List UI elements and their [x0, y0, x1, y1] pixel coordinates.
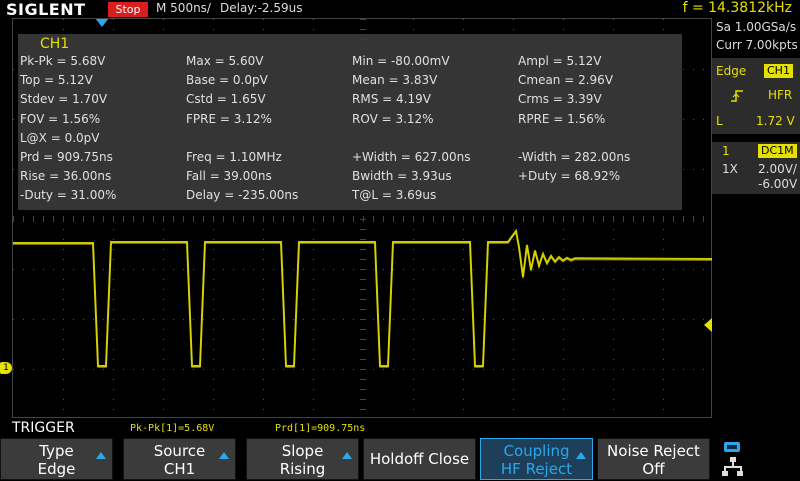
measurement-item: Cmean = 2.96V: [518, 73, 614, 88]
measurement-item: FPRE = 3.12%: [186, 111, 272, 126]
channel1-info-box[interactable]: 1 DC1M 1X 2.00V/ -6.00V: [712, 142, 800, 194]
trigger-type: Edge: [716, 64, 747, 78]
measurement-item: T@L = 3.69us: [352, 188, 437, 203]
measurement-item: -Width = 282.00ns: [518, 150, 631, 164]
softkey-holdoff[interactable]: Holdoff Close: [363, 438, 476, 480]
volts-per-div: 2.00V/: [758, 162, 797, 176]
up-arrow-icon: [342, 452, 352, 459]
measurement-item: Min = -80.00mV: [352, 54, 450, 68]
measurement-item: Freq = 1.10MHz: [186, 150, 282, 164]
measurement-item: +Duty = 68.92%: [518, 169, 621, 184]
softkey-type[interactable]: Type Edge: [0, 438, 113, 480]
up-arrow-icon: [219, 452, 229, 459]
trigger-source-tag: CH1: [764, 64, 793, 78]
measurement-panel: CH1 Pk-Pk = 5.68V Max = 5.60V Min = -80.00…: [18, 34, 682, 210]
right-info-panel: Sa 1.00GSa/s Curr 7.00kpts Edge CH1 HFR …: [712, 18, 800, 480]
status-period: Prd[1]=909.75ns: [275, 423, 366, 434]
measurement-channel-title: CH1: [40, 36, 70, 52]
measurement-item: Mean = 3.83V: [352, 73, 438, 88]
measurement-item: Top = 5.12V: [20, 73, 93, 88]
rising-edge-icon: [730, 88, 744, 107]
measurement-item: Crms = 3.39V: [518, 92, 602, 107]
measurement-item: Ampl = 5.12V: [518, 54, 602, 68]
measurement-item: FOV = 1.56%: [20, 111, 101, 126]
measurement-item: ROV = 3.12%: [352, 111, 434, 126]
menu-title: TRIGGER: [12, 420, 75, 436]
trigger-info-box[interactable]: Edge CH1 HFR L 1.72 V: [712, 58, 800, 134]
softkey-slope[interactable]: Slope Rising: [246, 438, 359, 480]
measurement-item: Base = 0.0pV: [186, 73, 268, 88]
sample-rate: Sa 1.00GSa/s: [716, 20, 797, 34]
probe-attenuation: 1X: [722, 162, 738, 176]
measurement-item: Stdev = 1.70V: [20, 92, 108, 107]
softkey-coupling-value: HF Reject: [500, 460, 573, 478]
softkey-slope-value: Rising: [279, 460, 326, 478]
measurement-item: Bwidth = 3.93us: [352, 169, 452, 184]
channel-coupling-tag: DC1M: [758, 144, 797, 158]
ch1-offset-marker[interactable]: 1: [0, 362, 12, 374]
top-status-bar: SIGLENT Stop M 500ns/ Delay:-2.59us f = …: [0, 0, 800, 19]
measurement-item: RMS = 4.19V: [352, 92, 431, 107]
timebase-readout: M 500ns/: [156, 1, 211, 15]
up-arrow-icon: [576, 452, 586, 459]
softkey-noise-reject[interactable]: Noise Reject Off: [597, 438, 710, 480]
softkey-noise-reject-value: Off: [642, 460, 665, 478]
softkey-type-value: Edge: [37, 460, 76, 478]
softkey-holdoff-label: Holdoff Close: [369, 450, 470, 468]
trigger-level-label: L: [716, 114, 723, 128]
softkey-coupling[interactable]: Coupling HF Reject: [480, 438, 593, 480]
usb-device-icon: [724, 442, 740, 452]
trigger-level-marker[interactable]: [704, 318, 712, 332]
measurement-item: Fall = 39.00ns: [186, 169, 272, 184]
up-arrow-icon: [96, 452, 106, 459]
measurement-item: Rise = 36.00ns: [20, 169, 112, 184]
network-icon: [722, 457, 743, 476]
channel-offset: -6.00V: [758, 177, 798, 191]
trigger-level-value: 1.72 V: [756, 114, 795, 128]
measurement-item: Cstd = 1.65V: [186, 92, 266, 107]
brand-logo: SIGLENT: [6, 0, 86, 19]
memory-depth: Curr 7.00kpts: [716, 38, 798, 52]
delay-readout: Delay:-2.59us: [220, 1, 303, 15]
frequency-counter: f = 14.3812kHz: [682, 0, 792, 16]
softkey-source-value: CH1: [163, 460, 196, 478]
measurement-item: Max = 5.60V: [186, 54, 264, 68]
channel-number: 1: [722, 144, 730, 158]
softkey-noise-reject-label: Noise Reject: [607, 442, 700, 460]
measurement-item: Prd = 909.75ns: [20, 150, 113, 164]
measurement-item: Delay = -235.00ns: [186, 188, 299, 203]
measurement-item: Pk-Pk = 5.68V: [20, 54, 106, 68]
status-pkpk: Pk-Pk[1]=5.68V: [130, 423, 215, 434]
trigger-coupling: HFR: [768, 88, 793, 102]
measurement-item: RPRE = 1.56%: [518, 111, 606, 126]
softkey-source[interactable]: Source CH1: [123, 438, 236, 480]
measurement-item: +Width = 627.00ns: [352, 150, 471, 164]
run-stop-indicator[interactable]: Stop: [108, 2, 148, 17]
system-status-icons: [722, 441, 744, 477]
measurement-item: -Duty = 31.00%: [20, 188, 117, 203]
measurement-item: L@X = 0.0pV: [20, 130, 100, 145]
